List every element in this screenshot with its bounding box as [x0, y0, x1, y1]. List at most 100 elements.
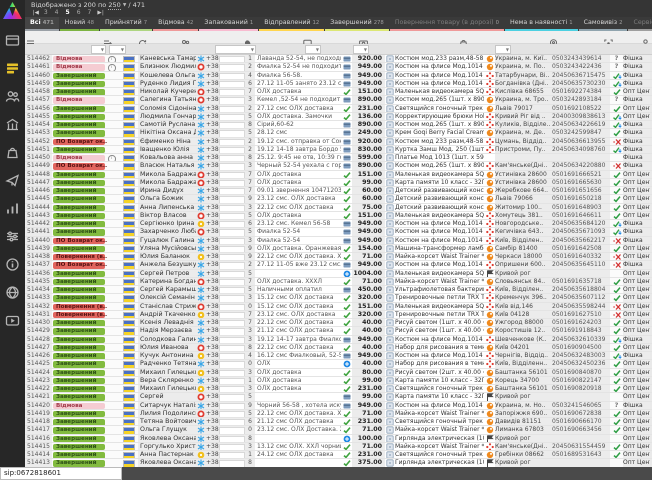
sidebar-video-icon[interactable]	[5, 313, 20, 328]
telephony-icon[interactable]	[196, 113, 206, 120]
order-row[interactable]: 514419ЗавершенийЛилия Подолинская+38522.…	[25, 410, 652, 418]
tracking-number[interactable]: 20450632450236	[550, 360, 610, 367]
tracking-number[interactable]: 20450635662217	[550, 237, 610, 244]
tracking-number[interactable]: 0503241546065	[550, 402, 610, 409]
customer-name[interactable]: Сергей Карамышев	[138, 286, 196, 293]
customer-name[interactable]: Микола Бадражан	[138, 171, 196, 178]
telephony-icon[interactable]	[196, 319, 206, 326]
tracking-number[interactable]	[550, 459, 610, 466]
telephony-icon[interactable]	[196, 294, 206, 301]
tracking-number[interactable]: 0501691651656	[550, 187, 610, 194]
tracking-number[interactable]: 20450635645110	[550, 261, 610, 268]
customer-name[interactable]: Захарченко Люба	[138, 228, 196, 235]
phone-number-masked[interactable]	[219, 88, 245, 95]
telephony-icon[interactable]	[196, 171, 206, 178]
order-row[interactable]: 514461ВідмоваiБлизнюк Людмила ..+382Фиал…	[25, 63, 652, 71]
phone-number-masked[interactable]	[219, 459, 245, 466]
tracking-number[interactable]: 20450636613955	[550, 138, 610, 145]
tracking-number[interactable]: 0501691642508	[550, 245, 610, 252]
order-row[interactable]: 514422ЗавершенийМихаил Гилецький+383ОЛХ …	[25, 385, 652, 393]
telephony-icon[interactable]	[196, 303, 206, 310]
phone-number-masked[interactable]	[219, 179, 245, 186]
order-row[interactable]: 514420ВідмоваСитарчук Наталія Гр..+389Чо…	[25, 402, 652, 410]
column-address-icon[interactable]	[549, 33, 558, 42]
telephony-icon[interactable]	[196, 426, 206, 433]
phone-number-masked[interactable]	[219, 187, 245, 194]
tracking-number[interactable]: 0501690822147	[550, 377, 610, 384]
customer-name[interactable]: Радченко Тетяна	[138, 360, 196, 367]
customer-name[interactable]: Юлия Иванова	[138, 344, 196, 351]
phone-number-masked[interactable]	[219, 393, 245, 400]
phone-number-masked[interactable]	[219, 344, 245, 351]
customer-name[interactable]: Катерина Богданова	[138, 278, 196, 285]
telephony-icon[interactable]	[196, 443, 206, 450]
telephony-icon[interactable]	[196, 187, 206, 194]
tab-status-7[interactable]: Повернення товару (в дорозі)0	[390, 17, 504, 31]
tracking-number[interactable]: 0501690904500	[550, 344, 610, 351]
order-row[interactable]: 514443ЗавершенийВіктор Власов+385ОЛХ дос…	[25, 212, 652, 220]
customer-name[interactable]: Микола Бадражан	[138, 179, 196, 186]
telephony-icon[interactable]	[196, 55, 206, 62]
order-row[interactable]: 514431Повернення (в..Андрій Ткаченко+387…	[25, 311, 652, 319]
tracking-number[interactable]: 20450635671093	[550, 228, 610, 235]
customer-name[interactable]: Ксенія Леваднія	[138, 319, 196, 326]
customer-name[interactable]: Анна Липенська	[138, 204, 196, 211]
telephony-icon[interactable]	[196, 377, 206, 384]
order-row[interactable]: 514413ЗавершенийЯковлева Оксана+388375.0…	[25, 459, 652, 467]
tracking-number[interactable]: 0501691918843	[550, 327, 610, 334]
phone-number-masked[interactable]	[219, 129, 245, 136]
order-row[interactable]: 514440ПО Возврат ок..Гуцалюк Галина+383Ф…	[25, 237, 652, 245]
phone-number-masked[interactable]	[219, 253, 245, 260]
tab-status-3[interactable]: Відмова42	[153, 17, 198, 31]
order-row[interactable]: 514451ЗавершенийІващенко Юлія+38219.12 1…	[25, 146, 652, 154]
tracking-number[interactable]: 0503243422436	[550, 63, 610, 70]
customer-name[interactable]: Надія Мерзаєва	[138, 327, 196, 334]
order-row[interactable]: 514429ЗавершенийНадія Мерзаєва+38321.12 …	[25, 327, 652, 335]
tracking-number[interactable]: 0501692108522	[550, 105, 610, 112]
sidebar-dashboard-icon[interactable]	[5, 33, 20, 48]
customer-name[interactable]: Андрій Ткаченко	[138, 311, 196, 318]
telephony-icon[interactable]	[196, 220, 206, 227]
tracking-number[interactable]: 20450635684120	[550, 220, 610, 227]
telephony-icon[interactable]	[196, 212, 206, 219]
tracking-number[interactable]: 0501689531643	[550, 451, 610, 458]
phone-number-masked[interactable]	[219, 377, 245, 384]
phone-number-masked[interactable]	[219, 96, 245, 103]
customer-name[interactable]: Кошелева Ольга Ар..	[138, 72, 196, 79]
phone-number-masked[interactable]	[219, 369, 245, 376]
telephony-icon[interactable]	[196, 121, 206, 128]
filter-dropdown-0[interactable]: ▼	[91, 45, 106, 54]
order-row[interactable]: 514416ЗавершенийЯковлева Оксана+388100.0…	[25, 435, 652, 443]
customer-name[interactable]: Уляна Мусійовська	[138, 245, 196, 252]
telephony-icon[interactable]	[196, 360, 206, 367]
customer-name[interactable]: Сергіюнко Ірина Ми..	[138, 220, 196, 227]
phone-number-masked[interactable]	[219, 402, 245, 409]
tracking-number[interactable]: 20450631554459	[550, 443, 610, 450]
filter-dropdown-1[interactable]: ▼	[109, 45, 126, 54]
tracking-number[interactable]: 20450635607112	[550, 294, 610, 301]
customer-name[interactable]: Тетяна Войтович	[138, 418, 196, 425]
customer-name[interactable]: Михаил Гилецький	[138, 385, 196, 392]
tracking-number[interactable]: 0503242893184	[550, 96, 610, 103]
phone-number-masked[interactable]	[219, 80, 245, 87]
order-row[interactable]: 514449ПО Возврат ок..Власюк Наталья+383Ч…	[25, 162, 652, 170]
order-row[interactable]: 514455ЗавершенийЛюдмила Гончарова+385ОЛХ…	[25, 113, 652, 121]
tracking-number[interactable]: 20450635730230	[550, 80, 610, 87]
phone-number-masked[interactable]	[219, 245, 245, 252]
column-customers-icon[interactable]	[181, 33, 190, 42]
customer-name[interactable]: Каневська Тамара ..	[138, 55, 196, 62]
phone-number-masked[interactable]	[219, 410, 245, 417]
filter-dropdown-5[interactable]: ▼	[495, 45, 511, 54]
telephony-icon[interactable]	[196, 311, 206, 318]
customer-name[interactable]: Анжела Безушку	[138, 261, 196, 268]
order-row[interactable]: 514446ЗавершенийИрина Дидух+38709.01 зве…	[25, 187, 652, 195]
tracking-number[interactable]: 20450632483003	[550, 352, 610, 359]
telephony-icon[interactable]	[196, 195, 206, 202]
telephony-icon[interactable]	[196, 154, 206, 161]
customer-name[interactable]: Олексій Семанін	[138, 294, 196, 301]
order-row[interactable]: 514437ПО Возврат ок..Анжела Безушку+3822…	[25, 261, 652, 269]
telephony-icon[interactable]	[196, 393, 206, 400]
tab-status-6[interactable]: Завершений278	[325, 17, 389, 31]
phone-number-masked[interactable]	[219, 162, 245, 169]
phone-number-masked[interactable]	[219, 204, 245, 211]
